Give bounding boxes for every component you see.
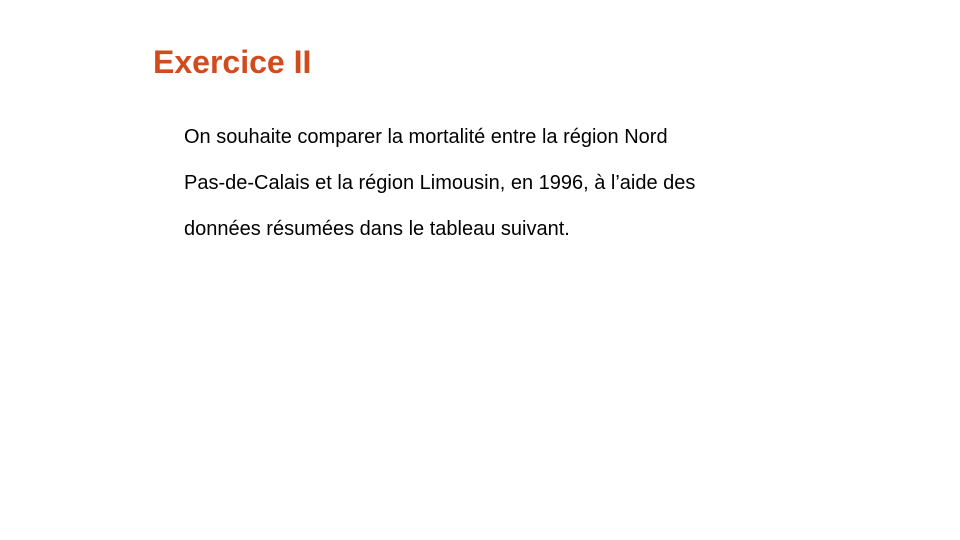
slide-title: Exercice II xyxy=(153,44,312,80)
body-text-line: Pas-de-Calais et la région Limousin, en … xyxy=(184,172,696,194)
body-text-line: données résumées dans le tableau suivant… xyxy=(184,218,570,240)
slide-body-text: On souhaite comparer la mortalité entre … xyxy=(184,117,884,255)
body-text-line: On souhaite comparer la mortalité entre … xyxy=(184,126,668,148)
slide: Exercice II On souhaite comparer la mort… xyxy=(0,0,960,540)
